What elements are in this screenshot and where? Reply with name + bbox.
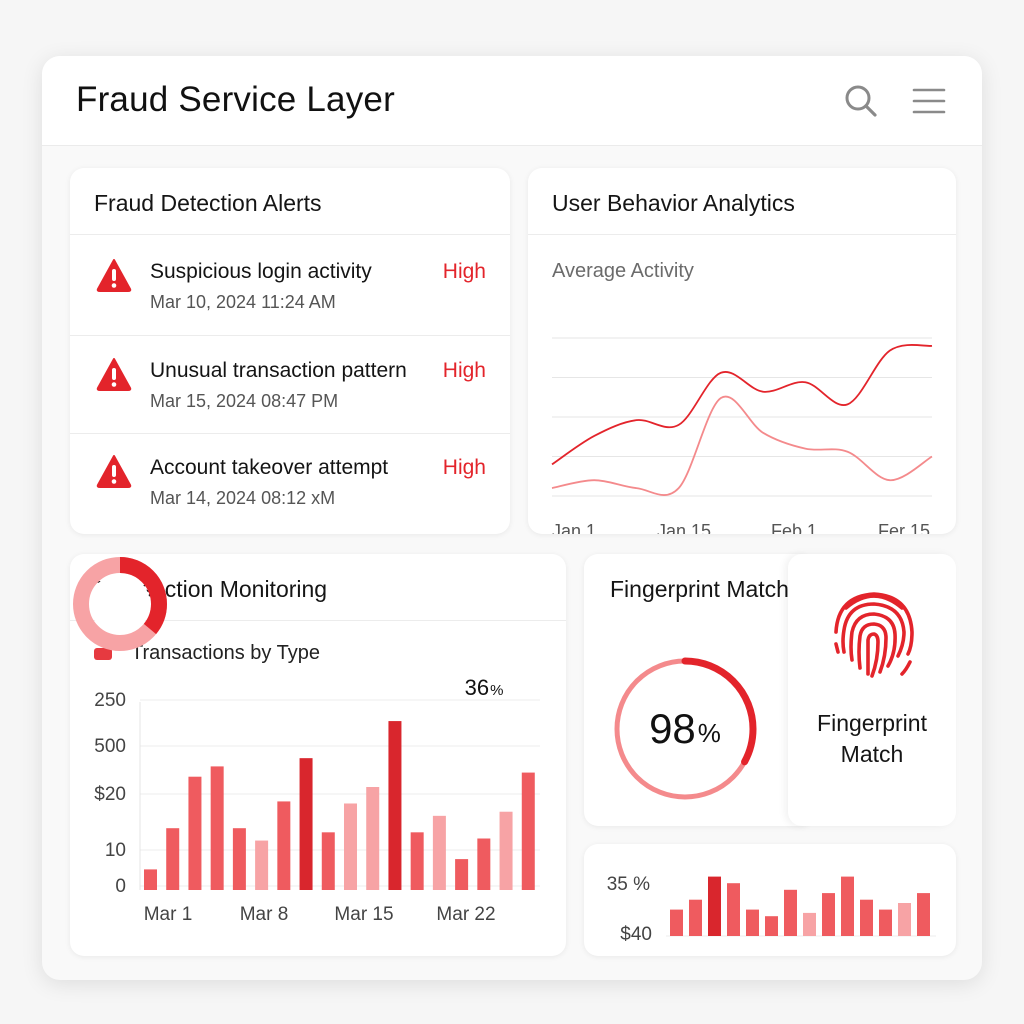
bar	[299, 758, 313, 890]
fingerprint-card-title: Fingerprint Match	[610, 576, 789, 602]
bar	[822, 893, 835, 936]
transactions-donut	[73, 557, 167, 651]
x-tick-label: Mar 22	[436, 904, 495, 925]
bar	[670, 909, 683, 936]
bar	[765, 916, 778, 936]
fingerprint-icon	[834, 592, 914, 678]
alert-timestamp: Mar 14, 2024 08:12 xM	[150, 488, 336, 508]
alert-item[interactable]: Suspicious login activity Mar 10, 2024 1…	[70, 236, 510, 334]
x-tick-label: Jan 1	[552, 521, 596, 534]
alert-timestamp: Mar 10, 2024 11:24 AM	[150, 292, 336, 312]
bar	[321, 832, 335, 890]
x-tick-label: Fer 15	[878, 521, 930, 534]
bar	[879, 909, 892, 936]
gauge-unit: %	[697, 717, 721, 748]
warning-triangle-icon	[96, 455, 132, 488]
fingerprint-icon-card[interactable]: Fingerprint Match	[788, 554, 956, 826]
bar	[410, 832, 424, 890]
page-title: Fraud Service Layer	[76, 80, 395, 119]
alert-item[interactable]: Account takeover attempt Mar 14, 2024 08…	[70, 432, 510, 530]
behavior-analytics-card: User Behavior Analytics Average Activity…	[528, 168, 956, 534]
donut-number: 36	[464, 675, 490, 700]
alerts-card-title: Fraud Detection Alerts	[94, 190, 322, 216]
severity-badge: High	[442, 359, 486, 382]
x-tick-label: Mar 1	[144, 904, 193, 925]
dashboard-window: Fraud Service Layer Fraud Detection Aler…	[42, 56, 982, 980]
y-tick-label: 250	[94, 690, 126, 711]
bar	[477, 838, 491, 890]
warning-triangle-icon	[96, 358, 132, 391]
search-icon[interactable]	[842, 82, 880, 120]
bar	[521, 772, 535, 890]
activity-series-1	[551, 344, 933, 466]
divider	[70, 234, 510, 235]
donut-value: 36%	[434, 638, 534, 738]
app-header: Fraud Service Layer	[42, 56, 982, 146]
mini-chart-card: 35 % $40	[584, 844, 956, 956]
alert-title: Account takeover attempt	[150, 456, 389, 479]
alert-title: Suspicious login activity	[150, 260, 372, 283]
x-tick-label: Mar 15	[334, 904, 393, 925]
bar	[727, 883, 740, 936]
bar	[746, 909, 759, 936]
donut-unit: %	[490, 681, 504, 699]
bar	[232, 828, 246, 890]
bar	[455, 859, 469, 890]
bar	[166, 828, 180, 890]
bar	[255, 840, 269, 890]
severity-badge: High	[442, 260, 486, 283]
x-tick-label: Jan 15	[657, 521, 711, 534]
bar	[803, 912, 816, 936]
activity-series-2	[551, 395, 933, 496]
x-tick-label: Feb 1	[771, 521, 817, 534]
y-tick-label: 10	[105, 840, 126, 861]
bar	[188, 776, 202, 890]
alert-timestamp: Mar 15, 2024 08:47 PM	[150, 391, 339, 411]
bar	[499, 811, 513, 890]
y-tick-label: 35 %	[607, 874, 650, 895]
bar	[898, 903, 911, 936]
fingerprint-label: Fingerprint Match	[817, 710, 927, 767]
bar	[432, 815, 446, 890]
bar	[689, 899, 702, 936]
bar	[917, 893, 930, 936]
bar	[366, 787, 380, 890]
bar	[860, 899, 873, 936]
hamburger-menu-icon[interactable]	[910, 82, 948, 120]
activity-line-chart: Jan 1 Jan 15 Feb 1 Fer 15	[551, 337, 933, 534]
bar	[708, 876, 721, 936]
x-tick-label: Mar 8	[240, 904, 289, 925]
gauge-value: 98%	[610, 654, 760, 804]
alert-item[interactable]: Unusual transaction pattern Mar 15, 2024…	[70, 335, 510, 433]
bar	[784, 889, 797, 936]
bar	[841, 876, 854, 936]
bar	[210, 766, 224, 890]
fraud-alerts-card: Fraud Detection Alerts Suspicious login …	[70, 168, 510, 534]
y-tick-label: 0	[115, 876, 126, 897]
bar	[388, 721, 402, 890]
y-tick-label: $20	[94, 784, 126, 805]
mini-bar-chart: 35 % $40	[607, 874, 936, 945]
bar	[144, 869, 157, 890]
gauge-number: 98	[649, 705, 696, 752]
donut-hole	[90, 574, 150, 634]
fingerprint-match-card: Fingerprint Match 98%	[584, 554, 814, 826]
transaction-monitoring-card: Transaction Monitoring Transactions by T…	[70, 554, 566, 956]
y-tick-label: $40	[620, 924, 652, 945]
bar	[344, 803, 357, 890]
warning-triangle-icon	[96, 259, 132, 292]
y-tick-label: 500	[94, 736, 126, 757]
severity-badge: High	[442, 456, 486, 479]
alert-title: Unusual transaction pattern	[150, 359, 407, 382]
bar	[277, 801, 291, 890]
